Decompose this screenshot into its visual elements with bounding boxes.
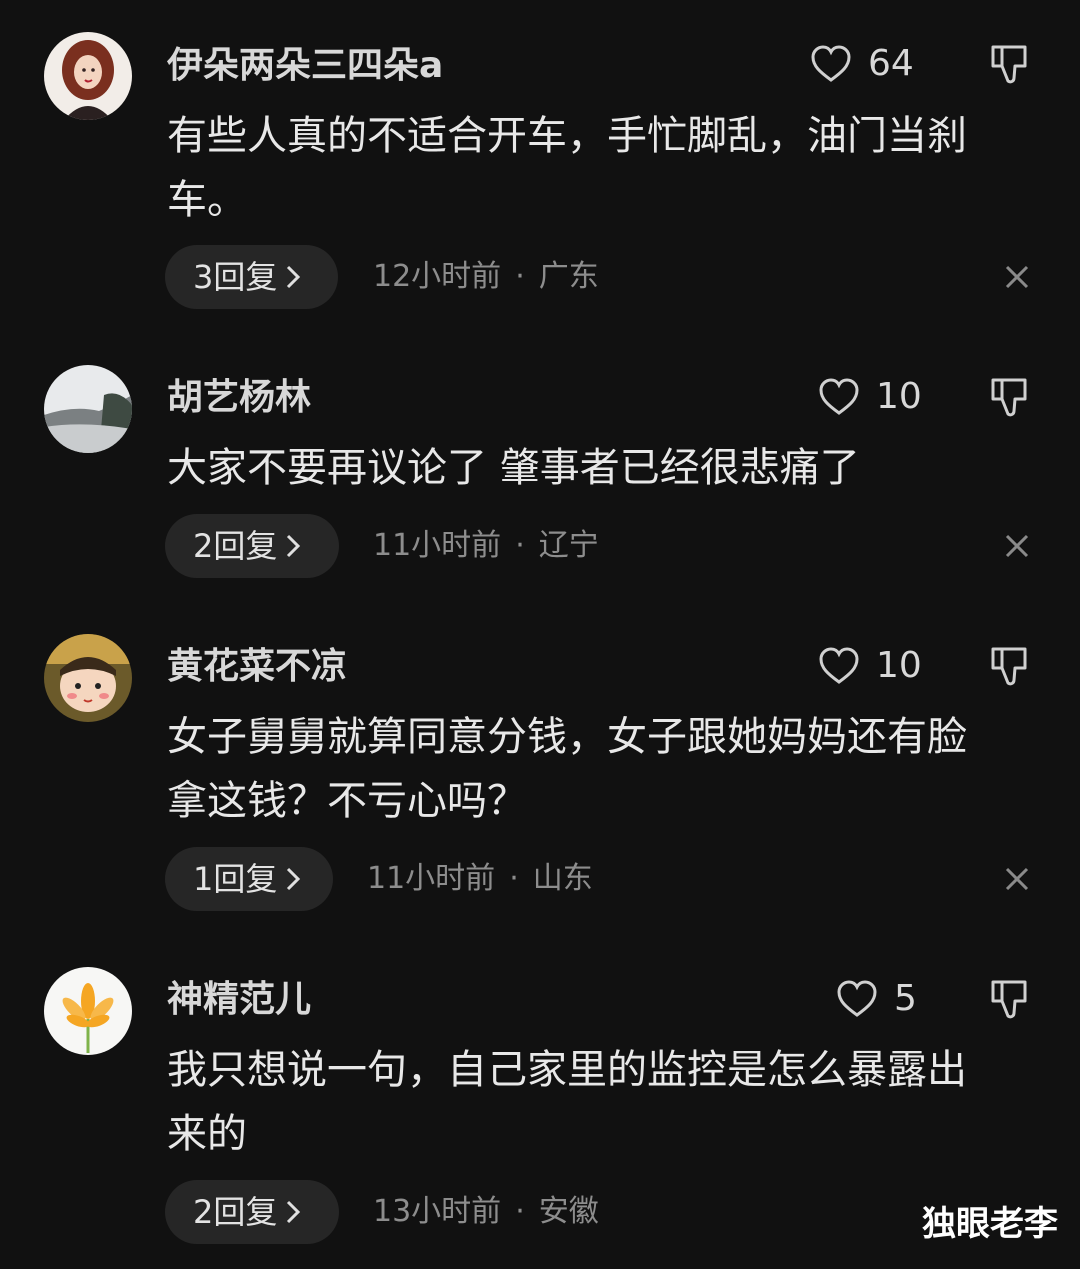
replies-button[interactable]: 3回复 [165, 245, 338, 309]
comment-meta: 12小时前 · 广东 [373, 245, 599, 309]
username[interactable]: 伊朵两朵三四朵a [167, 44, 443, 88]
timestamp: 12小时前 [373, 259, 502, 294]
location: 辽宁 [538, 528, 599, 563]
dislike-icon[interactable] [988, 375, 1030, 419]
replies-button[interactable]: 2回复 [165, 1180, 339, 1244]
avatar[interactable] [44, 365, 132, 453]
heart-icon [811, 45, 851, 82]
location: 山东 [532, 861, 593, 896]
like-button[interactable]: 10 [818, 644, 922, 688]
heart-icon [819, 378, 859, 415]
separator: · [509, 861, 519, 896]
comment-text: 我只想说一句，自己家里的监控是怎么暴露出 来的 [167, 1038, 1047, 1166]
like-button[interactable]: 64 [810, 42, 914, 86]
comment-text: 有些人真的不适合开车，手忙脚乱，油门当刹 车。 [167, 104, 1047, 232]
timestamp: 13小时前 [373, 1194, 502, 1229]
close-icon[interactable] [1004, 264, 1030, 290]
avatar-landscape-icon [44, 365, 132, 453]
avatar-flower-icon [44, 967, 132, 1055]
username[interactable]: 神精范儿 [167, 978, 311, 1022]
like-count: 64 [868, 43, 914, 84]
close-icon[interactable] [1004, 866, 1030, 892]
comment-text-line: 车。 [167, 177, 247, 223]
chevron-right-icon [287, 1200, 301, 1224]
avatar-cartoon-child-icon [44, 634, 132, 722]
replies-count: 3回复 [193, 258, 278, 296]
timestamp: 11小时前 [367, 861, 496, 896]
comment-text-line: 女子舅舅就算同意分钱，女子跟她妈妈还有脸 [167, 714, 967, 760]
replies-count: 2回复 [193, 1193, 278, 1231]
location: 安徽 [538, 1194, 599, 1229]
watermark: 独眼老李 [922, 1204, 1058, 1244]
comment-text-line: 大家不要再议论了 肇事者已经很悲痛了 [167, 445, 860, 491]
separator: · [515, 1194, 525, 1229]
username[interactable]: 胡艺杨林 [167, 376, 311, 420]
comment-text: 大家不要再议论了 肇事者已经很悲痛了 [167, 436, 1047, 500]
chevron-right-icon [287, 867, 301, 891]
replies-count: 1回复 [193, 860, 278, 898]
like-count: 10 [876, 376, 922, 417]
dislike-icon[interactable] [988, 42, 1030, 86]
close-icon[interactable] [1004, 533, 1030, 559]
comment-meta: 11小时前 · 辽宁 [373, 514, 599, 578]
replies-count: 2回复 [193, 527, 278, 565]
replies-button[interactable]: 1回复 [165, 847, 333, 911]
replies-button[interactable]: 2回复 [165, 514, 339, 578]
comment-meta: 11小时前 · 山东 [367, 847, 593, 911]
comment-meta: 13小时前 · 安徽 [373, 1180, 599, 1244]
separator: · [515, 528, 525, 563]
heart-icon [819, 647, 859, 684]
chevron-right-icon [287, 534, 301, 558]
like-button[interactable]: 5 [836, 977, 917, 1021]
heart-icon [837, 980, 877, 1017]
dislike-icon[interactable] [988, 644, 1030, 688]
avatar[interactable] [44, 32, 132, 120]
comment-text-line: 来的 [167, 1111, 247, 1157]
like-button[interactable]: 10 [818, 375, 922, 419]
separator: · [515, 259, 525, 294]
dislike-icon[interactable] [988, 977, 1030, 1021]
like-count: 10 [876, 645, 922, 686]
timestamp: 11小时前 [373, 528, 502, 563]
chevron-right-icon [287, 265, 301, 289]
location: 广东 [538, 259, 599, 294]
username[interactable]: 黄花菜不凉 [167, 645, 347, 689]
like-count: 5 [894, 978, 917, 1019]
comment-text: 女子舅舅就算同意分钱，女子跟她妈妈还有脸 拿这钱？不亏心吗？ [167, 705, 1047, 833]
avatar[interactable] [44, 967, 132, 1055]
avatar[interactable] [44, 634, 132, 722]
comment-text-line: 有些人真的不适合开车，手忙脚乱，油门当刹 [167, 113, 967, 159]
comment-text-line: 我只想说一句，自己家里的监控是怎么暴露出 [167, 1047, 967, 1093]
avatar-portrait-woman-icon [44, 32, 132, 120]
comment-text-line: 拿这钱？不亏心吗？ [167, 778, 527, 824]
